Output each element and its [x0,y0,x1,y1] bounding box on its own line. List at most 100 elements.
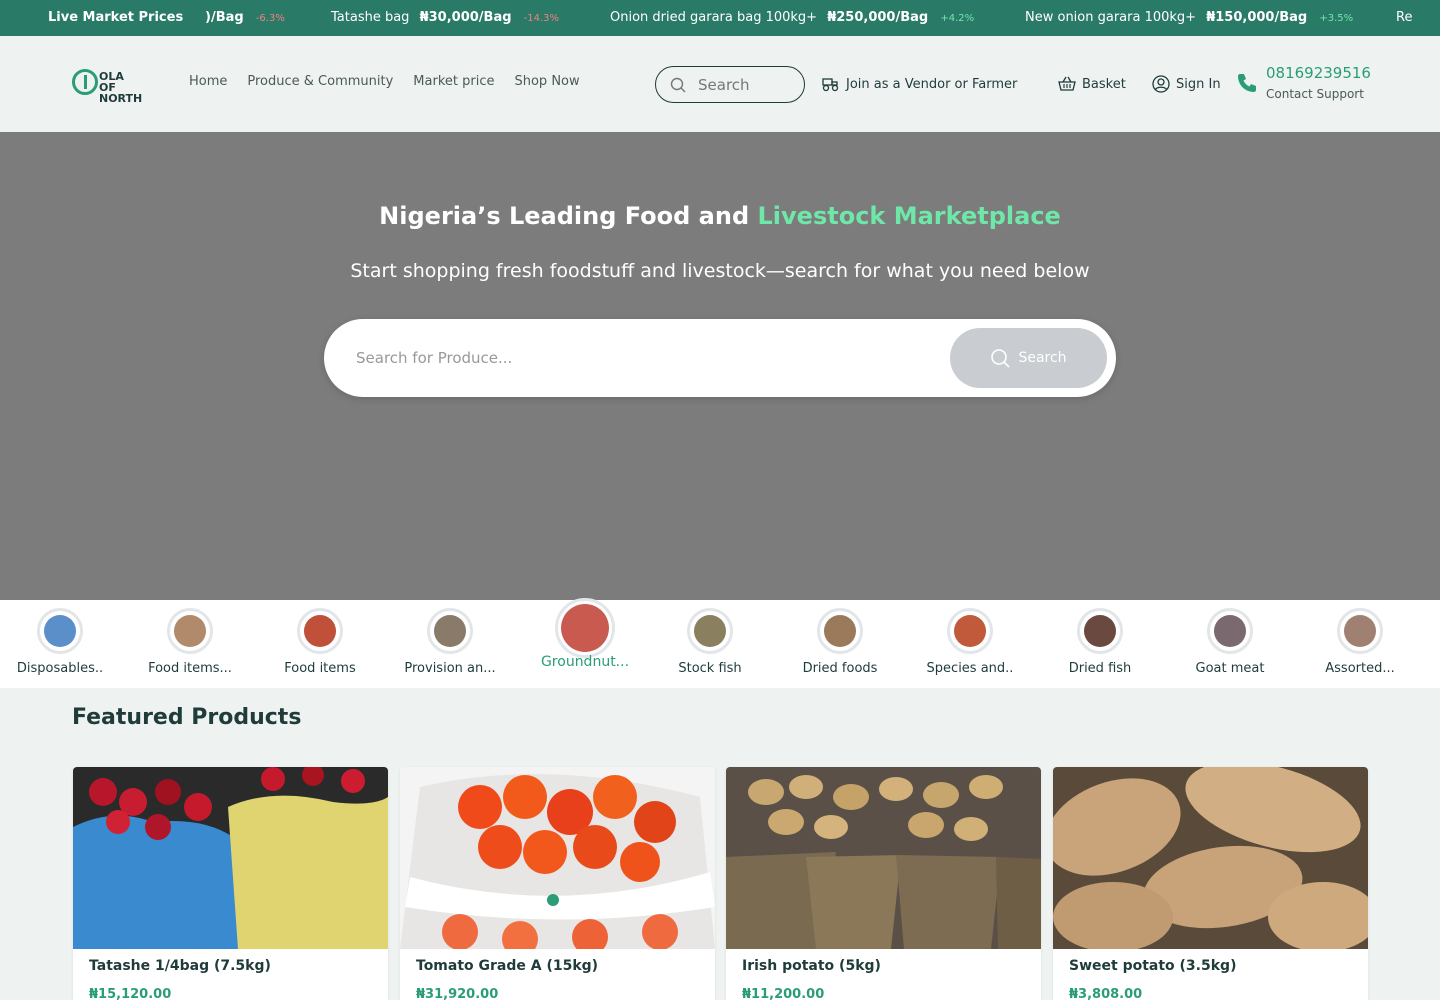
search-icon [991,349,1011,368]
ticker-item: Tatashe bag ₦30,000/Bag -14.3% [331,0,559,36]
ticker-price: ₦30,000/Bag [419,10,512,25]
hero-search-input[interactable] [356,345,936,371]
hero-search-button[interactable]: Search [950,328,1107,388]
ticker-price: ₦250,000/Bag [827,10,929,25]
hero-subtitle: Start shopping fresh foodstuff and lives… [350,260,1090,282]
product-card[interactable]: Tomato Grade A (15kg) ₦31,920.00 [400,767,715,1000]
site-header: OLA OF NORTH Home Produce & Community Ma… [0,36,1440,132]
ticker-track: )/Bag -6.3% Tatashe bag ₦30,000/Bag -14.… [205,0,1440,36]
product-name: Tomato Grade A (15kg) [416,958,599,974]
logo-text-line2: NORTH [99,92,143,105]
search-icon [670,77,686,93]
nav-home[interactable]: Home [189,74,227,94]
category-label: Assorted... [1325,661,1395,676]
category-item-active[interactable]: Groundnut... [525,598,645,684]
category-item[interactable]: Food items... [130,608,250,684]
category-image [1337,608,1383,654]
product-name: Sweet potato (3.5kg) [1069,958,1237,974]
ticker-change: -14.3% [523,13,560,24]
basket-link[interactable]: Basket [1058,74,1126,94]
product-name: Irish potato (5kg) [742,958,881,974]
category-image [817,608,863,654]
category-label: Food items [284,661,356,676]
category-label: Groundnut... [540,654,630,670]
nav-shop-now[interactable]: Shop Now [514,74,579,94]
category-label: Species and.. [926,661,1014,676]
featured-title: Featured Products [72,705,302,730]
hero-title-main: Nigeria’s Leading Food and [379,202,758,230]
category-label: Provision an... [404,661,496,676]
nav-market-price[interactable]: Market price [413,74,494,94]
category-item[interactable]: Assorted... [1300,608,1420,684]
header-search-input[interactable] [698,74,798,96]
category-image [167,608,213,654]
logo-text: OLA OF NORTH [99,71,144,104]
ticker-item: New onion garara 100kg+ ₦150,000/Bag +3.… [1025,0,1353,36]
category-strip: Disposables.. Food items... Food items P… [0,598,1440,688]
category-item[interactable]: Goat meat [1170,608,1290,684]
tractor-icon [822,78,839,92]
category-item[interactable]: Provision an... [390,608,510,684]
market-ticker: Live Market Prices )/Bag -6.3% Tatashe b… [0,0,1440,36]
hero-title: Nigeria’s Leading Food and Livestock Mar… [0,202,1440,230]
ticker-name: Tatashe bag [331,10,410,25]
category-item[interactable]: Dried fish [1040,608,1160,684]
category-image [1077,608,1123,654]
product-price: ₦3,808.00 [1069,987,1143,1000]
ticker-name: Re [1396,10,1413,25]
sign-in-link[interactable]: Sign In [1152,74,1221,94]
category-label: Food items... [148,661,232,676]
ticker-item: )/Bag -6.3% [205,0,285,36]
category-item[interactable]: Dried foods [780,608,900,684]
product-name: Tatashe 1/4bag (7.5kg) [89,958,271,974]
category-image [297,608,343,654]
user-icon [1152,75,1170,93]
category-image [37,608,83,654]
product-price: ₦15,120.00 [89,987,172,1000]
hero-search-bar: Search [324,319,1116,397]
product-price: ₦31,920.00 [416,987,499,1000]
logo-icon [72,69,98,95]
category-image [687,608,733,654]
product-card[interactable]: Irish potato (5kg) ₦11,200.00 [726,767,1041,1000]
category-label: Disposables.. [16,661,104,676]
product-card[interactable]: Tatashe 1/4bag (7.5kg) ₦15,120.00 [73,767,388,1000]
ticker-item: Onion dried garara bag 100kg+ ₦250,000/B… [610,0,974,36]
category-image [555,598,615,658]
category-label: Stock fish [678,661,742,676]
category-item[interactable]: Stock fish [650,608,770,684]
category-image [1207,608,1253,654]
ticker-change: +4.2% [940,13,975,24]
support-phone: 08169239516 [1266,64,1371,82]
phone-icon [1238,74,1256,92]
support-label: Contact Support [1266,87,1364,101]
hero-title-highlight: Livestock Marketplace [757,202,1061,230]
hero-search-button-label: Search [1018,350,1067,366]
category-image [427,608,473,654]
main-nav: Home Produce & Community Market price Sh… [189,74,580,94]
join-vendor-label: Join as a Vendor or Farmer [846,76,1018,92]
header-search [655,66,805,103]
hero-section: Nigeria’s Leading Food and Livestock Mar… [0,132,1440,600]
ticker-title: Live Market Prices [48,10,184,25]
logo-text-line1: OLA OF [99,70,124,94]
ticker-change: +3.5% [1319,13,1354,24]
product-image [726,767,1041,949]
nav-produce-community[interactable]: Produce & Community [247,74,393,94]
category-label: Dried fish [1068,661,1132,676]
ticker-name: Onion dried garara bag 100kg+ [610,10,818,25]
ticker-change: -6.3% [255,13,285,24]
category-item[interactable]: Food items [260,608,380,684]
ticker-item: Re [1396,0,1412,36]
category-item[interactable]: Species and.. [910,608,1030,684]
logo[interactable]: OLA OF NORTH [72,69,144,104]
product-image [1053,767,1368,949]
join-vendor-link[interactable]: Join as a Vendor or Farmer [822,74,1017,94]
product-card[interactable]: Sweet potato (3.5kg) ₦3,808.00 [1053,767,1368,1000]
ticker-name: New onion garara 100kg+ [1025,10,1197,25]
category-item[interactable]: Disposables.. [0,608,120,684]
category-label: Goat meat [1195,661,1265,676]
category-image [947,608,993,654]
basket-label: Basket [1082,76,1126,92]
ticker-price: ₦150,000/Bag [1206,10,1308,25]
